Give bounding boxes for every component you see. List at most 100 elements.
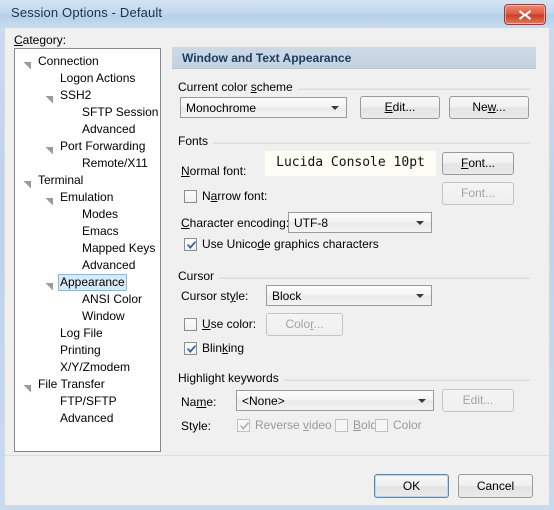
- narrow-font-button[interactable]: Font...: [442, 182, 514, 205]
- sidebar-item-label: Appearance: [58, 274, 127, 291]
- blinking-checkbox-box: [184, 342, 197, 355]
- chevron-down-icon: [416, 221, 424, 225]
- color-scheme-combo[interactable]: Monochrome: [180, 97, 347, 118]
- character-encoding-value: UTF-8: [294, 216, 328, 230]
- group-fonts-title: Fonts: [178, 134, 214, 148]
- cancel-button[interactable]: Cancel: [458, 474, 533, 498]
- cursor-color-button-label: Color...: [285, 317, 324, 331]
- ok-button-label: OK: [402, 479, 421, 493]
- expand-triangle-icon[interactable]: [45, 143, 54, 155]
- chevron-down-icon: [416, 294, 424, 298]
- sidebar-item-terminal[interactable]: Terminal: [15, 172, 160, 189]
- sidebar-item-file-transfer[interactable]: File Transfer: [15, 376, 160, 393]
- cursor-color-button[interactable]: Color...: [266, 313, 343, 336]
- chevron-down-icon: [331, 106, 339, 110]
- sidebar-item-connection[interactable]: Connection: [15, 53, 160, 70]
- category-label-text: ategory:: [22, 33, 67, 47]
- expand-triangle-icon[interactable]: [45, 92, 54, 104]
- normal-font-button[interactable]: Font...: [442, 152, 514, 175]
- sidebar-item-advanced[interactable]: Advanced: [15, 410, 160, 427]
- sidebar-item-label: Connection: [38, 54, 99, 68]
- highlight-edit-button[interactable]: Edit...: [442, 389, 514, 412]
- sidebar-item-log-file[interactable]: Log File: [15, 325, 160, 342]
- sidebar-item-printing[interactable]: Printing: [15, 342, 160, 359]
- sidebar-item-label: Advanced: [82, 122, 136, 136]
- sidebar-item-advanced[interactable]: Advanced: [15, 121, 160, 138]
- ok-button[interactable]: OK: [374, 474, 449, 498]
- sidebar-item-label: Logon Actions: [60, 71, 136, 85]
- sidebar-item-label: Advanced: [82, 258, 136, 272]
- color-scheme-edit-label: Edit...: [384, 100, 416, 114]
- reverse-video-label: Reverse video: [255, 418, 332, 432]
- sidebar-item-ssh2[interactable]: SSH2: [15, 87, 160, 104]
- highlight-name-label: Name:: [181, 395, 217, 409]
- sidebar-item-label: ANSI Color: [82, 292, 143, 306]
- cursor-style-label: Cursor style:: [181, 289, 249, 303]
- color-scheme-edit-button[interactable]: Edit...: [360, 96, 440, 119]
- cursor-style-combo[interactable]: Block: [266, 285, 432, 306]
- highlight-name-combo[interactable]: <None>: [236, 390, 434, 411]
- close-button[interactable]: [504, 4, 546, 25]
- sidebar-item-label: Terminal: [38, 173, 84, 187]
- sidebar-item-x-y-zmodem[interactable]: X/Y/Zmodem: [15, 359, 160, 376]
- sidebar-item-ansi-color[interactable]: ANSI Color: [15, 291, 160, 308]
- pane-header: Window and Text Appearance: [172, 47, 536, 69]
- normal-font-label: Normal font:: [181, 164, 247, 178]
- reverse-video-checkbox-box: [237, 419, 250, 432]
- category-tree[interactable]: Connection Logon Actions SSH2 SFTP Session A…: [14, 48, 161, 452]
- blinking-label: Blinking: [202, 341, 245, 355]
- expand-triangle-icon[interactable]: [45, 194, 54, 206]
- highlight-style-label: Style:: [181, 419, 212, 433]
- sidebar-item-appearance[interactable]: Appearance: [15, 274, 160, 291]
- narrow-font-button-label: Font...: [460, 186, 495, 200]
- unicode-graphics-checkbox-box: [184, 238, 197, 251]
- sidebar-item-mapped-keys[interactable]: Mapped Keys: [15, 240, 160, 257]
- sidebar-item-logon-actions[interactable]: Logon Actions: [15, 70, 160, 87]
- pane-header-title: Window and Text Appearance: [182, 51, 352, 65]
- expand-triangle-icon[interactable]: [23, 381, 32, 393]
- sidebar-item-label: FTP/SFTP: [60, 394, 117, 408]
- sidebar-item-advanced[interactable]: Advanced: [15, 257, 160, 274]
- sidebar-item-label: Modes: [82, 207, 119, 221]
- character-encoding-label: Character encoding:: [181, 216, 290, 230]
- expand-triangle-icon[interactable]: [45, 279, 54, 291]
- color-scheme-new-button[interactable]: New...: [449, 96, 529, 119]
- sidebar-item-label: X/Y/Zmodem: [60, 360, 131, 374]
- narrow-font-label: Narrow font:: [202, 189, 268, 203]
- use-color-checkbox-box: [184, 318, 197, 331]
- color-scheme-new-label: New...: [472, 100, 506, 114]
- highlight-edit-label: Edit...: [462, 393, 494, 407]
- sidebar-item-label: Window: [82, 309, 125, 323]
- group-cursor-title: Cursor: [178, 269, 220, 283]
- window-title: Session Options - Default: [11, 5, 163, 20]
- sidebar-item-remote-x11[interactable]: Remote/X11: [15, 155, 160, 172]
- title-bar: Session Options - Default: [0, 0, 554, 28]
- sidebar-item-label: Port Forwarding: [60, 139, 146, 153]
- sidebar-item-label: File Transfer: [38, 377, 105, 391]
- sidebar-item-modes[interactable]: Modes: [15, 206, 160, 223]
- sidebar-item-window[interactable]: Window: [15, 308, 160, 325]
- unicode-graphics-label: Use Unicode graphics characters: [202, 237, 379, 251]
- sidebar-item-emacs[interactable]: Emacs: [15, 223, 160, 240]
- sidebar-item-port-forwarding[interactable]: Port Forwarding: [15, 138, 160, 155]
- character-encoding-combo[interactable]: UTF-8: [288, 212, 432, 233]
- cancel-button-label: Cancel: [476, 479, 515, 493]
- narrow-font-checkbox-box: [184, 190, 197, 203]
- sidebar-item-label: Emacs: [82, 224, 119, 238]
- normal-font-preview: Lucida Console 10pt: [265, 151, 436, 176]
- chevron-down-icon: [418, 399, 426, 403]
- group-highlight-title: Highlight keywords: [178, 371, 284, 385]
- sidebar-item-label: Remote/X11: [82, 156, 148, 170]
- expand-triangle-icon[interactable]: [23, 58, 32, 70]
- sidebar-item-emulation[interactable]: Emulation: [15, 189, 160, 206]
- bold-label: Bold: [353, 418, 378, 432]
- sidebar-item-label: Log File: [60, 326, 103, 340]
- sidebar-item-label: Advanced: [60, 411, 114, 425]
- normal-font-button-label: Font...: [460, 156, 496, 170]
- sidebar-item-ftp-sftp[interactable]: FTP/SFTP: [15, 393, 160, 410]
- expand-triangle-icon[interactable]: [23, 177, 32, 189]
- sidebar-item-sftp-session[interactable]: SFTP Session: [15, 104, 160, 121]
- sidebar-item-label: Emulation: [60, 190, 114, 204]
- color-label: Color: [393, 418, 422, 432]
- sidebar-item-label: SSH2: [60, 88, 92, 102]
